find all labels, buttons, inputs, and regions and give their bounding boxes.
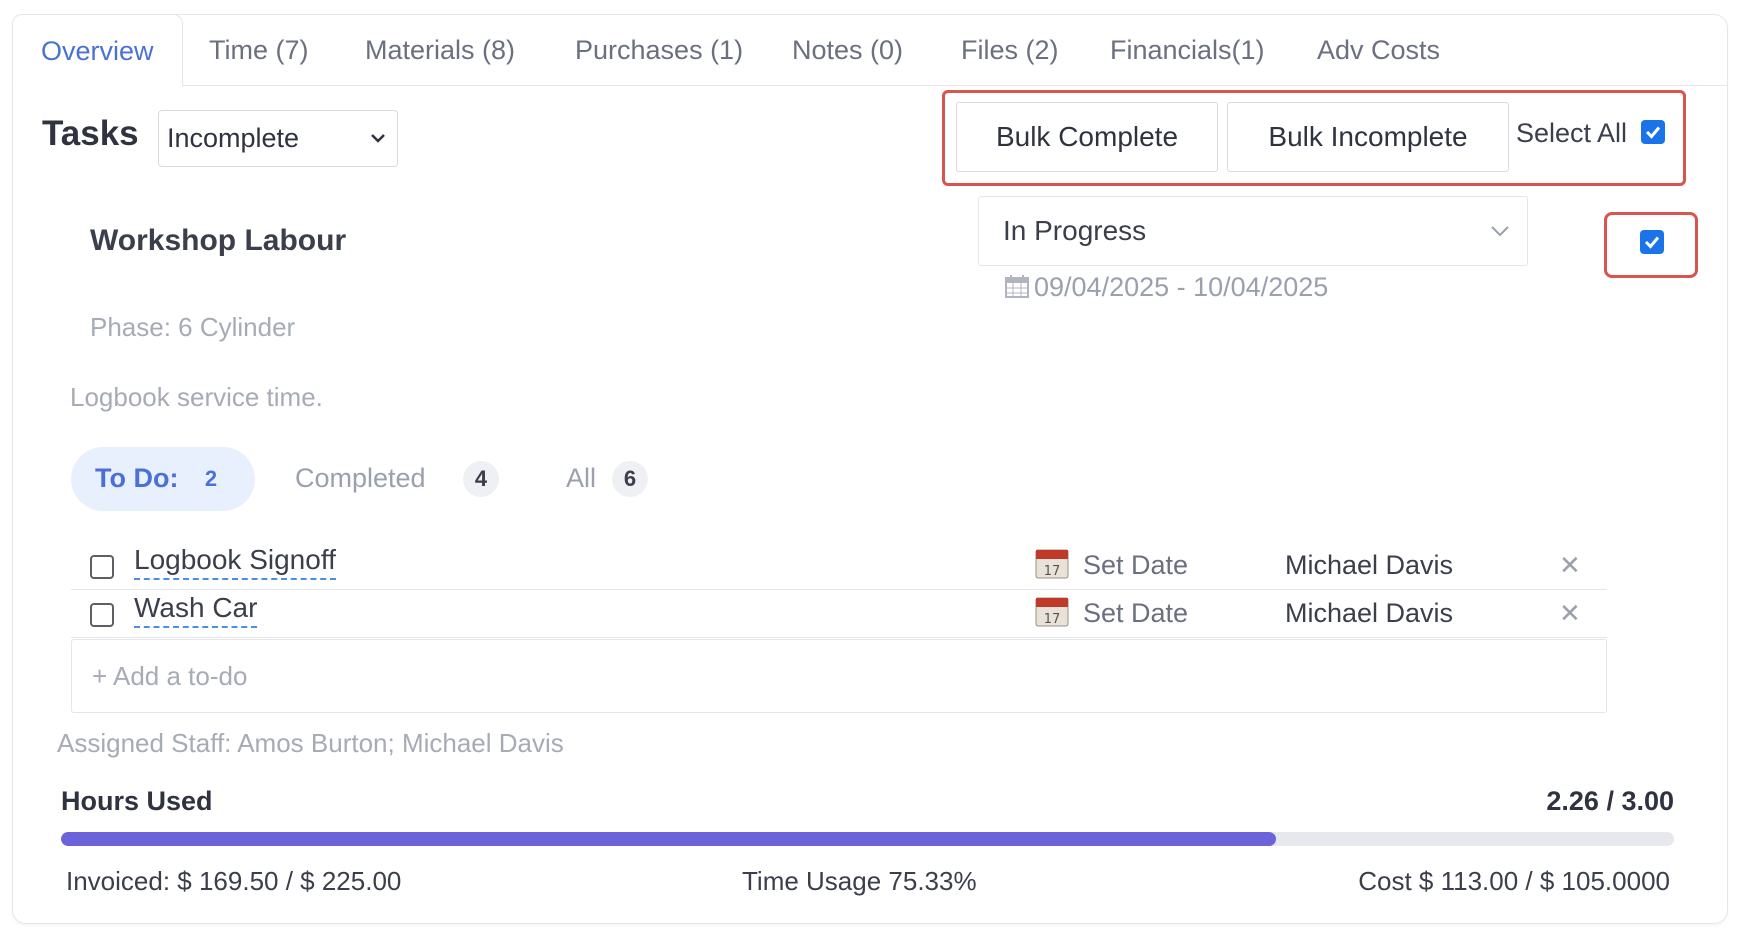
calendar-icon: 17 [1035, 549, 1069, 579]
task-filter-select[interactable]: Incomplete [158, 110, 398, 167]
page-title: Tasks [42, 114, 139, 153]
svg-text:17: 17 [1044, 612, 1061, 627]
select-all-label: Select All [1516, 118, 1628, 148]
hours-progress-bar [61, 832, 1674, 846]
set-date-link[interactable]: Set Date [1083, 598, 1188, 629]
bulk-complete-button[interactable]: Bulk Complete [956, 102, 1218, 172]
filter-completed-count: 4 [463, 461, 499, 497]
todo-assignee[interactable]: Michael Davis [1285, 550, 1453, 581]
filter-all-count: 6 [612, 461, 648, 497]
todo-assignee[interactable]: Michael Davis [1285, 598, 1453, 629]
check-icon [1645, 126, 1661, 139]
todo-checkbox[interactable] [90, 555, 114, 579]
tab-adv-costs[interactable]: Adv Costs [1317, 14, 1440, 86]
set-date-link[interactable]: Set Date [1083, 550, 1188, 581]
bulk-incomplete-button[interactable]: Bulk Incomplete [1227, 102, 1509, 172]
check-icon [1644, 236, 1660, 249]
tab-overview[interactable]: Overview [12, 14, 183, 87]
calendar-icon [1004, 273, 1030, 306]
todo-row: Wash Car 17 Set Date Michael Davis ✕ [71, 590, 1607, 638]
filter-all[interactable]: All [566, 463, 596, 494]
task-select-checkbox[interactable] [1640, 230, 1664, 254]
chevron-down-icon [369, 111, 387, 186]
tab-bar: Overview Time (7) Materials (8) Purchase… [12, 14, 1728, 87]
task-description: Logbook service time. [70, 382, 323, 412]
hours-used-value: 2.26 / 3.00 [1546, 786, 1674, 816]
hours-used-label: Hours Used [61, 786, 213, 816]
chevron-down-icon [1489, 197, 1511, 292]
tab-materials[interactable]: Materials (8) [365, 14, 515, 86]
hours-progress-fill [61, 832, 1277, 846]
filter-completed[interactable]: Completed [295, 463, 426, 494]
tab-time[interactable]: Time (7) [209, 14, 309, 86]
filter-todo-count: 2 [193, 461, 229, 497]
task-filter-value: Incomplete [167, 123, 300, 153]
add-todo-input[interactable]: + Add a to-do [71, 639, 1607, 713]
time-usage-summary: Time Usage 75.33% [742, 866, 977, 896]
tab-notes[interactable]: Notes (0) [792, 14, 903, 86]
filter-todo-label: To Do: [95, 463, 179, 493]
assigned-staff: Assigned Staff: Amos Burton; Michael Dav… [57, 728, 564, 759]
close-icon[interactable]: ✕ [1559, 598, 1581, 629]
todo-text[interactable]: Logbook Signoff [134, 542, 336, 580]
todo-row: Logbook Signoff 17 Set Date Michael Davi… [71, 542, 1607, 590]
invoiced-summary: Invoiced: $ 169.50 / $ 225.00 [66, 866, 402, 896]
task-phase: Phase: 6 Cylinder [90, 312, 296, 342]
select-all-checkbox[interactable] [1641, 120, 1665, 144]
todo-checkbox[interactable] [90, 603, 114, 627]
svg-text:17: 17 [1044, 564, 1061, 579]
tab-purchases[interactable]: Purchases (1) [575, 14, 743, 86]
assigned-staff-value: Amos Burton; Michael Davis [237, 728, 564, 758]
todo-text[interactable]: Wash Car [134, 590, 258, 628]
task-date-range: 09/04/2025 - 10/04/2025 [1004, 272, 1328, 306]
tab-files[interactable]: Files (2) [961, 14, 1059, 86]
tab-financials[interactable]: Financials(1) [1110, 14, 1265, 86]
close-icon[interactable]: ✕ [1559, 550, 1581, 581]
assigned-staff-label: Assigned Staff: [57, 728, 232, 758]
cost-summary: Cost $ 113.00 / $ 105.0000 [1358, 866, 1670, 896]
date-range-text: 09/04/2025 - 10/04/2025 [1034, 272, 1329, 302]
task-status-value: In Progress [1003, 215, 1147, 246]
task-name: Workshop Labour [90, 224, 347, 257]
calendar-icon: 17 [1035, 597, 1069, 627]
task-status-select[interactable]: In Progress [978, 196, 1528, 266]
